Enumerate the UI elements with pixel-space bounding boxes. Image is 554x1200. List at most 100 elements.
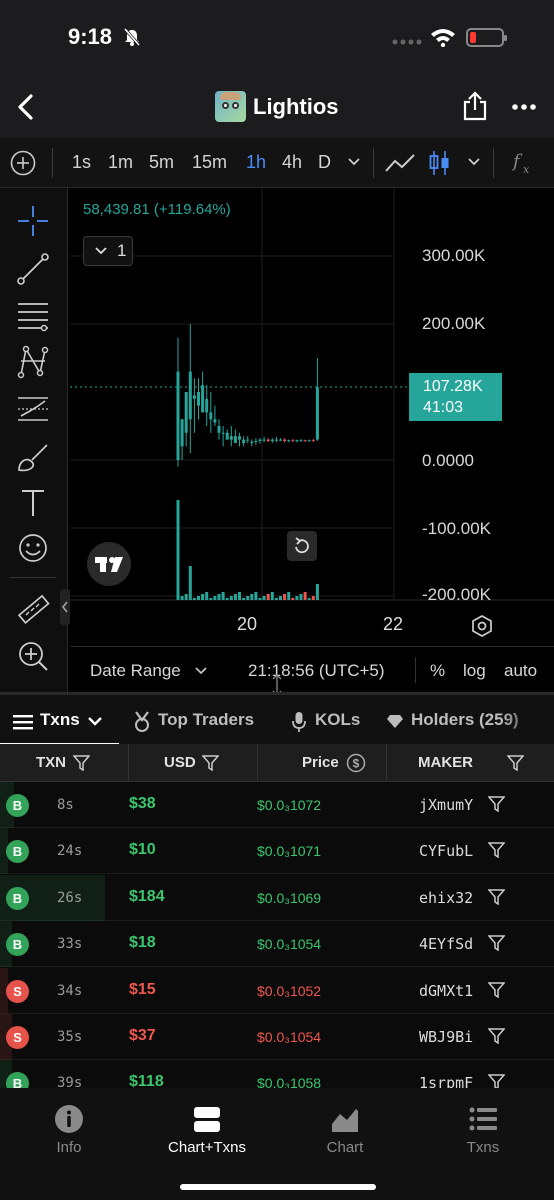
- pattern-icon[interactable]: [16, 345, 50, 379]
- volume-bar: [266, 594, 270, 600]
- txn-table-header: TXN USD Price $ MAKER: [0, 744, 554, 782]
- add-indicator-icon[interactable]: [10, 150, 36, 176]
- txn-maker[interactable]: 4EYfSd: [419, 935, 473, 953]
- table-row[interactable]: B 39s $118 $0.0₃1058 1srpmF: [0, 1060, 554, 1088]
- candle-body: [299, 440, 303, 442]
- filter-icon[interactable]: [488, 796, 505, 812]
- timeframe-1s[interactable]: 1s: [72, 152, 91, 173]
- dollar-toggle-icon[interactable]: $: [346, 753, 366, 773]
- filter-icon[interactable]: [202, 755, 219, 771]
- txn-type-badge: B: [6, 933, 29, 957]
- table-row[interactable]: B 24s $10 $0.0₃1071 CYFubL: [0, 828, 554, 875]
- timeframe-d[interactable]: D: [318, 152, 331, 173]
- timeframe-15m[interactable]: 15m: [192, 152, 227, 173]
- status-time: 9:18: [68, 24, 113, 49]
- collapse-tools-button[interactable]: [60, 589, 70, 625]
- indicators-fx-icon[interactable]: f x: [511, 150, 535, 176]
- filter-icon[interactable]: [488, 842, 505, 859]
- filter-icon[interactable]: [488, 1074, 505, 1088]
- trend-line-icon[interactable]: [16, 252, 50, 286]
- volume-bar: [291, 598, 295, 600]
- tradingview-logo[interactable]: [87, 542, 131, 586]
- back-chevron-icon[interactable]: [14, 92, 38, 122]
- candles-icon[interactable]: [428, 149, 452, 177]
- col-header-usd: USD: [164, 754, 196, 771]
- filter-icon[interactable]: [488, 889, 505, 905]
- candle-body: [274, 439, 278, 441]
- filter-icon[interactable]: [488, 981, 505, 998]
- filter-icon[interactable]: [488, 935, 505, 952]
- crosshair-icon[interactable]: [16, 204, 50, 238]
- candle-body: [311, 440, 315, 442]
- table-row[interactable]: B 33s $18 $0.0₃1054 4EYfSd: [0, 921, 554, 968]
- candle-body: [188, 371, 192, 420]
- volume-bar: [279, 596, 282, 600]
- percent-scale-toggle[interactable]: %: [430, 661, 445, 681]
- list-icon: [469, 1107, 497, 1131]
- reset-chart-button[interactable]: [287, 531, 317, 561]
- status-bar: 9:18: [0, 0, 554, 76]
- brush-icon[interactable]: [16, 440, 50, 474]
- volume-bar: [307, 598, 311, 600]
- legend-count: 1: [117, 241, 127, 260]
- table-row[interactable]: S 35s $37 $0.0₃1054 WBJ9Bi: [0, 1014, 554, 1060]
- nav-chart-txns[interactable]: Chart+Txns: [138, 1088, 276, 1168]
- line-chart-icon[interactable]: [384, 151, 416, 175]
- txn-age: 33s: [57, 936, 83, 953]
- timeframe-5m[interactable]: 5m: [149, 152, 174, 173]
- txn-maker[interactable]: WBJ9Bi: [419, 1028, 473, 1046]
- timeframe-1m[interactable]: 1m: [108, 152, 133, 173]
- share-icon[interactable]: [462, 91, 488, 121]
- txn-maker[interactable]: ehix32: [419, 889, 473, 907]
- legend-toggle-button[interactable]: 1: [83, 236, 133, 266]
- chart-toolbar: 1s 1m 5m 15m 1h 4h D f x: [0, 138, 554, 188]
- nav-chart[interactable]: Chart: [276, 1088, 414, 1168]
- emoji-icon[interactable]: [16, 531, 50, 565]
- volume-bar: [184, 594, 188, 600]
- txn-price: $0.0₃1071: [257, 843, 322, 860]
- chevron-down-icon[interactable]: [347, 157, 361, 167]
- fib-lines-icon[interactable]: [16, 298, 50, 332]
- volume-bar: [254, 592, 258, 600]
- svg-text:f: f: [511, 151, 523, 172]
- chevron-down-icon[interactable]: [467, 157, 481, 167]
- svg-text:$: $: [353, 757, 360, 771]
- candle-body: [217, 426, 221, 433]
- text-tool-icon[interactable]: [16, 486, 50, 520]
- filter-icon[interactable]: [507, 755, 524, 771]
- txn-maker[interactable]: 1srpmF: [419, 1074, 473, 1088]
- timeframe-4h[interactable]: 4h: [282, 152, 302, 173]
- volume-bar: [225, 598, 229, 600]
- volume-bar: [229, 596, 233, 600]
- volume-bar: [192, 598, 196, 600]
- txn-maker[interactable]: jXmumY: [419, 796, 473, 814]
- txn-maker[interactable]: dGMXt1: [419, 982, 473, 1000]
- tradingview-icon: [95, 557, 123, 572]
- date-range-button[interactable]: Date Range: [90, 661, 181, 681]
- chevron-down-icon[interactable]: [195, 667, 207, 675]
- current-price-label: 107.28K 41:03: [409, 373, 502, 421]
- chart-settings-icon[interactable]: [470, 614, 494, 638]
- candle-body: [225, 432, 229, 440]
- zoom-in-icon[interactable]: [16, 639, 50, 673]
- table-row[interactable]: S 34s $15 $0.0₃1052 dGMXt1: [0, 967, 554, 1014]
- table-row[interactable]: B 8s $38 $0.0₃1072 jXmumY: [0, 782, 554, 828]
- nav-info[interactable]: Info: [0, 1088, 138, 1168]
- y-tick-label: 200.00K: [422, 314, 486, 333]
- log-scale-toggle[interactable]: log: [463, 661, 486, 681]
- txn-type-badge: S: [6, 979, 29, 1003]
- timeframe-1h[interactable]: 1h: [246, 152, 266, 173]
- prediction-icon[interactable]: [16, 392, 50, 426]
- auto-scale-toggle[interactable]: auto: [504, 661, 537, 681]
- txn-maker[interactable]: CYFubL: [419, 842, 473, 860]
- table-row[interactable]: B 26s $184 $0.0₃1069 ehix32: [0, 874, 554, 921]
- more-dots-icon[interactable]: [512, 104, 536, 110]
- candle-body: [242, 439, 246, 443]
- filter-icon[interactable]: [488, 1028, 505, 1044]
- filter-icon[interactable]: [73, 755, 90, 771]
- svg-text:x: x: [523, 163, 530, 176]
- ruler-icon[interactable]: [16, 593, 50, 627]
- volume-bar: [295, 596, 299, 600]
- nav-txns[interactable]: Txns: [414, 1088, 552, 1168]
- chevron-down-icon: [88, 717, 102, 726]
